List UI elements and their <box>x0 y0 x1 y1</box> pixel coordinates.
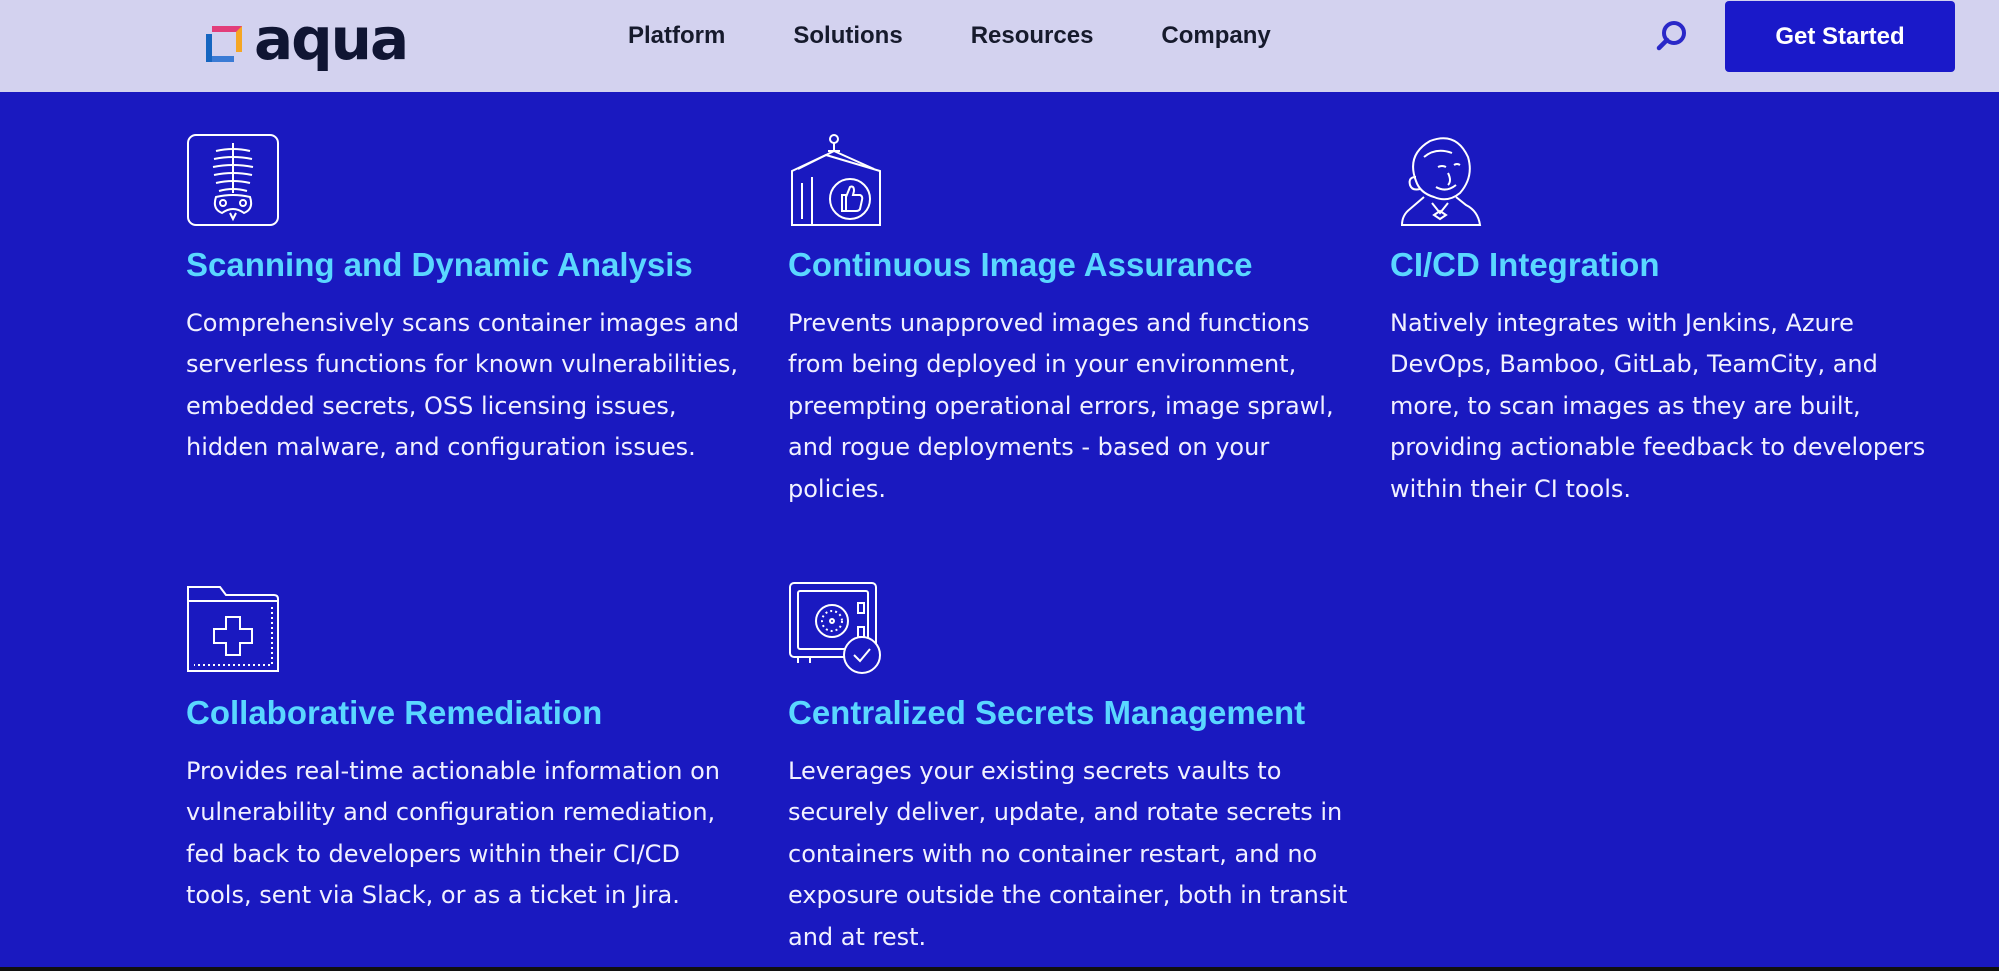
main-nav: Platform Solutions Resources Company <box>628 0 1339 72</box>
feature-title: Centralized Secrets Management <box>788 694 1306 731</box>
feature-description: Provides real-time actionable informatio… <box>186 756 720 910</box>
nav-item-resources[interactable]: Resources <box>971 22 1094 50</box>
site-header: aqua Platform Solutions Resources Compan… <box>0 0 1999 92</box>
folder-plus-icon <box>187 586 279 672</box>
feature-card-scanning: Scanning and Dynamic Analysis Comprehens… <box>186 133 746 469</box>
nav-item-solutions[interactable]: Solutions <box>793 22 902 50</box>
search-icon <box>1656 21 1686 51</box>
feature-description: Natively integrates with Jenkins, Azure … <box>1390 308 1926 503</box>
feature-title: Collaborative Remediation <box>186 694 603 731</box>
vault-check-icon <box>789 582 881 674</box>
feature-description: Comprehensively scans container images a… <box>186 308 740 462</box>
search-button[interactable] <box>1652 16 1692 56</box>
feature-title: Scanning and Dynamic Analysis <box>186 246 693 283</box>
feature-description: Prevents unapproved images and functions… <box>788 308 1334 503</box>
logo-wordmark: aqua <box>254 5 409 73</box>
feature-description: Leverages your existing secrets vaults t… <box>788 756 1348 951</box>
container-thumbs-up-icon <box>791 134 881 226</box>
aqua-logo[interactable]: aqua <box>202 10 409 74</box>
nav-item-company[interactable]: Company <box>1161 22 1270 50</box>
page-bottom-edge <box>0 967 1999 971</box>
feature-title: Continuous Image Assurance <box>788 246 1253 283</box>
feature-card-image-assurance: Continuous Image Assurance Prevents unap… <box>788 133 1348 510</box>
get-started-button[interactable]: Get Started <box>1725 1 1955 72</box>
feature-card-remediation: Collaborative Remediation Provides real-… <box>186 581 746 917</box>
aqua-logo-mark-icon <box>206 26 242 62</box>
jenkins-butler-icon <box>1400 137 1482 226</box>
nav-item-platform[interactable]: Platform <box>628 22 725 50</box>
feature-card-cicd: CI/CD Integration Natively integrates wi… <box>1390 133 1950 510</box>
xray-skeleton-icon <box>187 134 279 226</box>
feature-card-secrets: Centralized Secrets Management Leverages… <box>788 581 1348 958</box>
feature-title: CI/CD Integration <box>1390 246 1660 283</box>
